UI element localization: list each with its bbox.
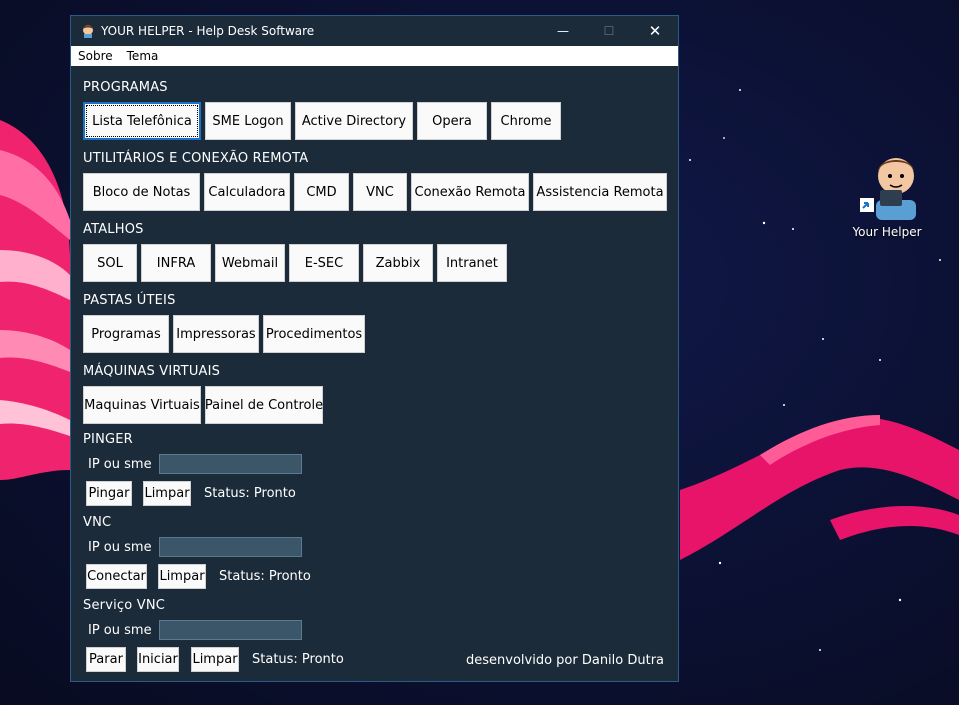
- parar-button[interactable]: Parar: [86, 647, 126, 672]
- iniciar-button[interactable]: Iniciar: [137, 647, 179, 672]
- procedimentos-folder-button[interactable]: Procedimentos: [263, 315, 365, 353]
- vnc-field-label: IP ou sme: [88, 540, 152, 555]
- e-sec-button[interactable]: E-SEC: [289, 244, 359, 282]
- close-icon: ✕: [648, 22, 662, 40]
- servico-vnc-field-label: IP ou sme: [88, 623, 152, 638]
- servico-vnc-ip-input[interactable]: [159, 620, 302, 640]
- bloco-de-notas-button[interactable]: Bloco de Notas: [83, 173, 200, 211]
- menu-item-tema[interactable]: Tema: [120, 49, 166, 63]
- lista-telefonica-button[interactable]: Lista Telefônica: [83, 102, 201, 140]
- menu-bar: Sobre Tema: [71, 46, 678, 66]
- section-title-utilitarios: UTILITÁRIOS E CONEXÃO REMOTA: [83, 151, 309, 166]
- menu-item-sobre[interactable]: Sobre: [71, 49, 120, 63]
- maximize-button[interactable]: ☐: [586, 16, 632, 46]
- servico-vnc-status: Status: Pronto: [252, 652, 344, 667]
- sme-logon-button[interactable]: SME Logon: [205, 102, 291, 140]
- desktop-icon-label: Your Helper: [852, 225, 922, 239]
- pinger-limpar-button[interactable]: Limpar: [143, 481, 191, 506]
- section-title-maquinas-virtuais: MÁQUINAS VIRTUAIS: [83, 364, 221, 379]
- intranet-button[interactable]: Intranet: [437, 244, 507, 282]
- zabbix-button[interactable]: Zabbix: [363, 244, 433, 282]
- opera-button[interactable]: Opera: [417, 102, 487, 140]
- close-button[interactable]: ✕: [632, 16, 678, 46]
- pinger-status: Status: Pronto: [204, 486, 296, 501]
- section-title-servico-vnc: Serviço VNC: [83, 598, 166, 613]
- vnc-ip-input[interactable]: [159, 537, 302, 557]
- vnc-limpar-button[interactable]: Limpar: [158, 564, 206, 589]
- section-title-pinger: PINGER: [83, 432, 133, 447]
- vnc-status: Status: Pronto: [219, 569, 311, 584]
- section-title-programas: PROGRAMAS: [83, 80, 168, 95]
- app-window: YOUR HELPER - Help Desk Software — ☐ ✕ S…: [70, 15, 679, 682]
- pingar-button[interactable]: Pingar: [86, 481, 132, 506]
- painel-de-controle-button[interactable]: Painel de Controle: [205, 386, 323, 424]
- impressoras-folder-button[interactable]: Impressoras: [173, 315, 259, 353]
- maquinas-virtuais-button[interactable]: Maquinas Virtuais: [83, 386, 201, 424]
- section-title-atalhos: ATALHOS: [83, 222, 144, 237]
- infra-button[interactable]: INFRA: [141, 244, 211, 282]
- app-logo-icon: [83, 25, 93, 38]
- developer-credit: desenvolvido por Danilo Dutra: [466, 653, 665, 668]
- cmd-button[interactable]: CMD: [294, 173, 349, 211]
- helpdesk-avatar-icon: [860, 158, 916, 220]
- active-directory-button[interactable]: Active Directory: [295, 102, 413, 140]
- main-content: PROGRAMAS Lista Telefônica SME Logon Act…: [71, 66, 678, 681]
- webmail-button[interactable]: Webmail: [215, 244, 285, 282]
- maximize-icon: ☐: [603, 24, 615, 38]
- minimize-icon: —: [557, 24, 569, 38]
- window-title: YOUR HELPER - Help Desk Software: [101, 24, 315, 38]
- section-title-pastas-uteis: PASTAS ÚTEIS: [83, 293, 176, 308]
- desktop-shortcut-your-helper[interactable]: Your Helper: [846, 148, 928, 239]
- pinger-ip-input[interactable]: [159, 454, 302, 474]
- conexao-remota-button[interactable]: Conexão Remota: [411, 173, 529, 211]
- chrome-button[interactable]: Chrome: [491, 102, 561, 140]
- minimize-button[interactable]: —: [540, 16, 586, 46]
- pinger-field-label: IP ou sme: [88, 457, 152, 472]
- sol-button[interactable]: SOL: [83, 244, 137, 282]
- vnc-button[interactable]: VNC: [353, 173, 407, 211]
- servico-vnc-limpar-button[interactable]: Limpar: [191, 647, 239, 672]
- title-bar[interactable]: YOUR HELPER - Help Desk Software — ☐ ✕: [71, 16, 678, 46]
- calculadora-button[interactable]: Calculadora: [204, 173, 290, 211]
- section-title-vnc: VNC: [83, 515, 112, 530]
- programas-folder-button[interactable]: Programas: [83, 315, 169, 353]
- assistencia-remota-button[interactable]: Assistencia Remota: [533, 173, 667, 211]
- conectar-button[interactable]: Conectar: [86, 564, 147, 589]
